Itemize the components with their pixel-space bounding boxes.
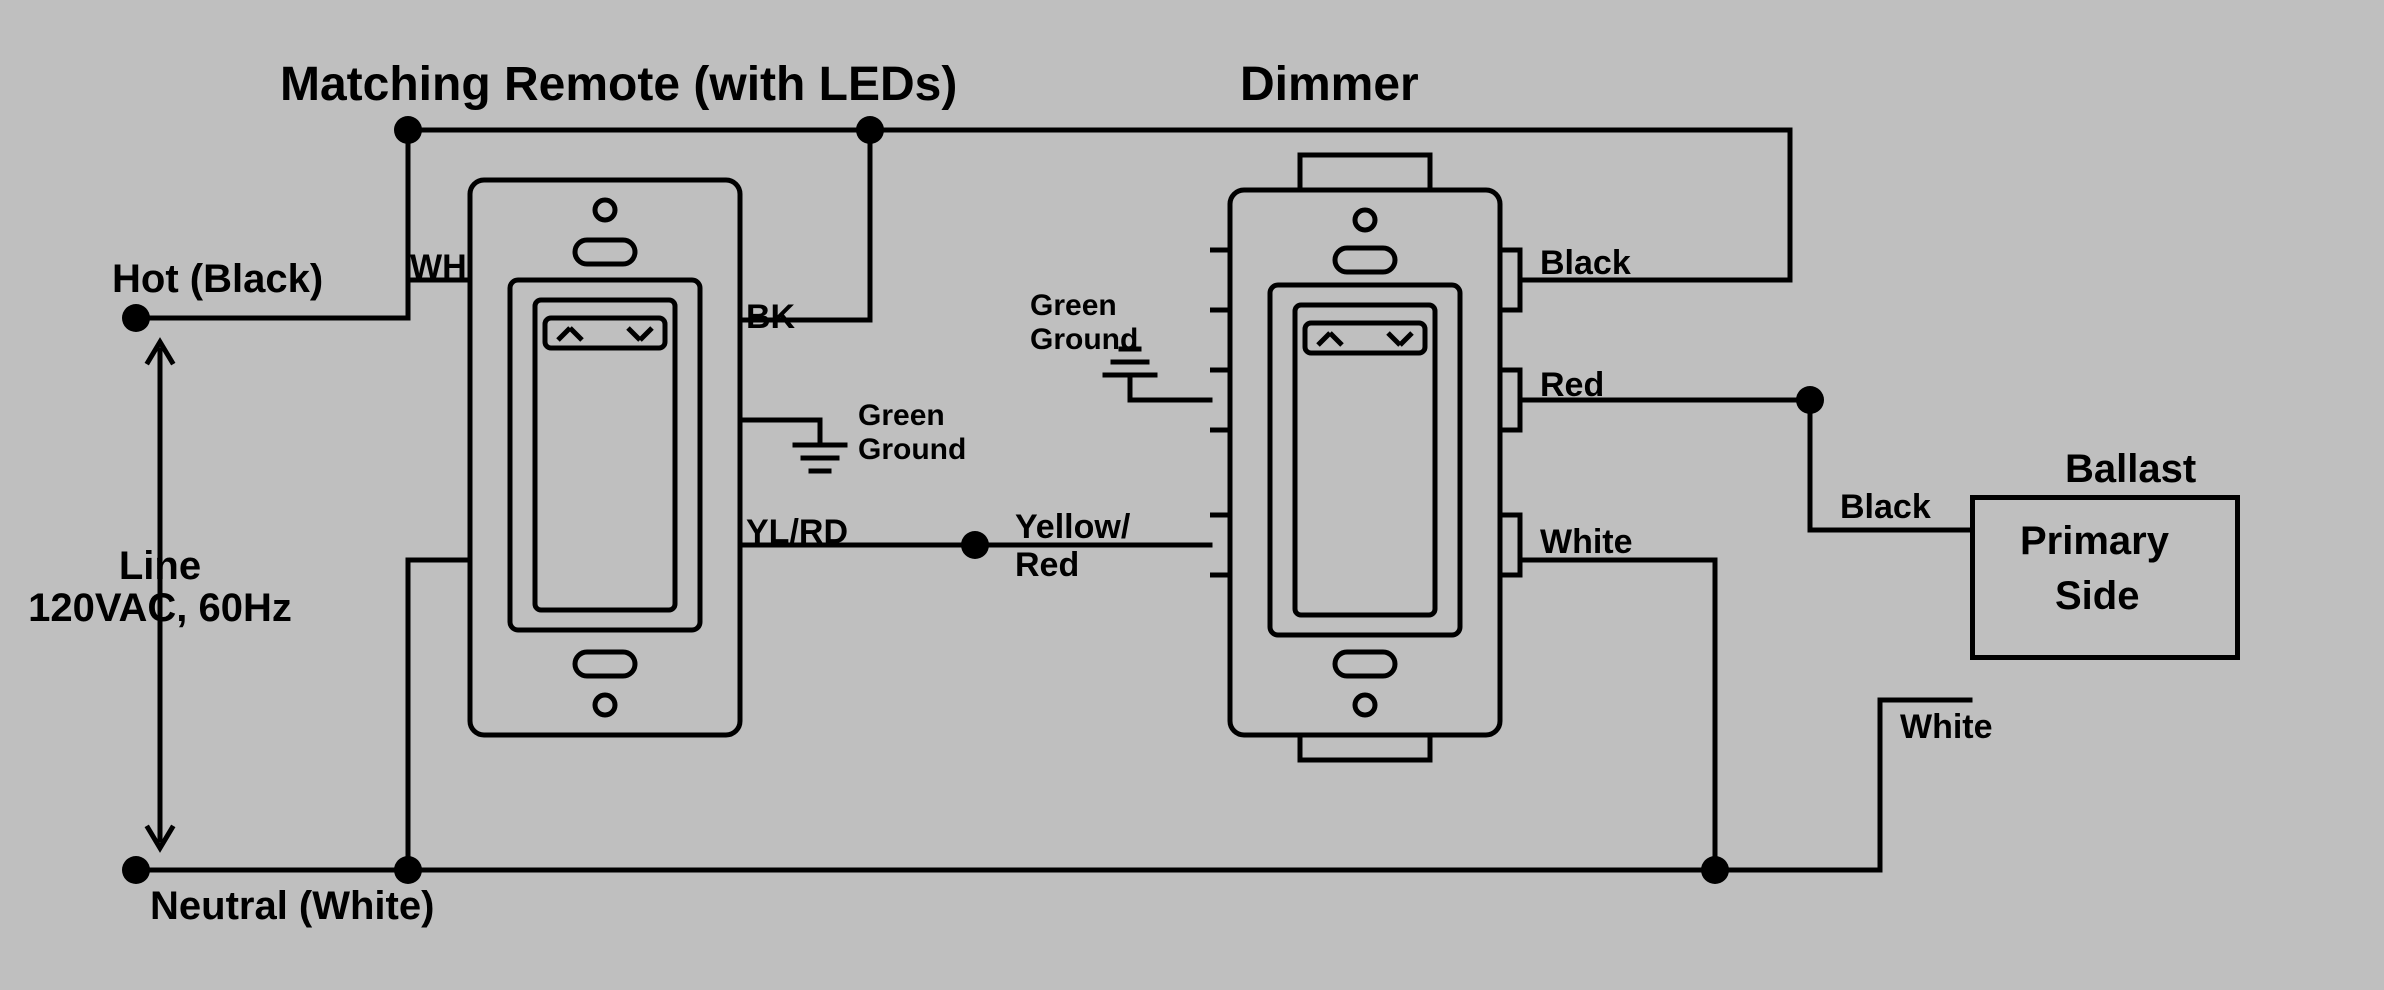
dimmer-device — [0, 0, 2384, 990]
wiring-diagram: Matching Remote (with LEDs) Dimmer Hot (… — [0, 0, 2384, 990]
